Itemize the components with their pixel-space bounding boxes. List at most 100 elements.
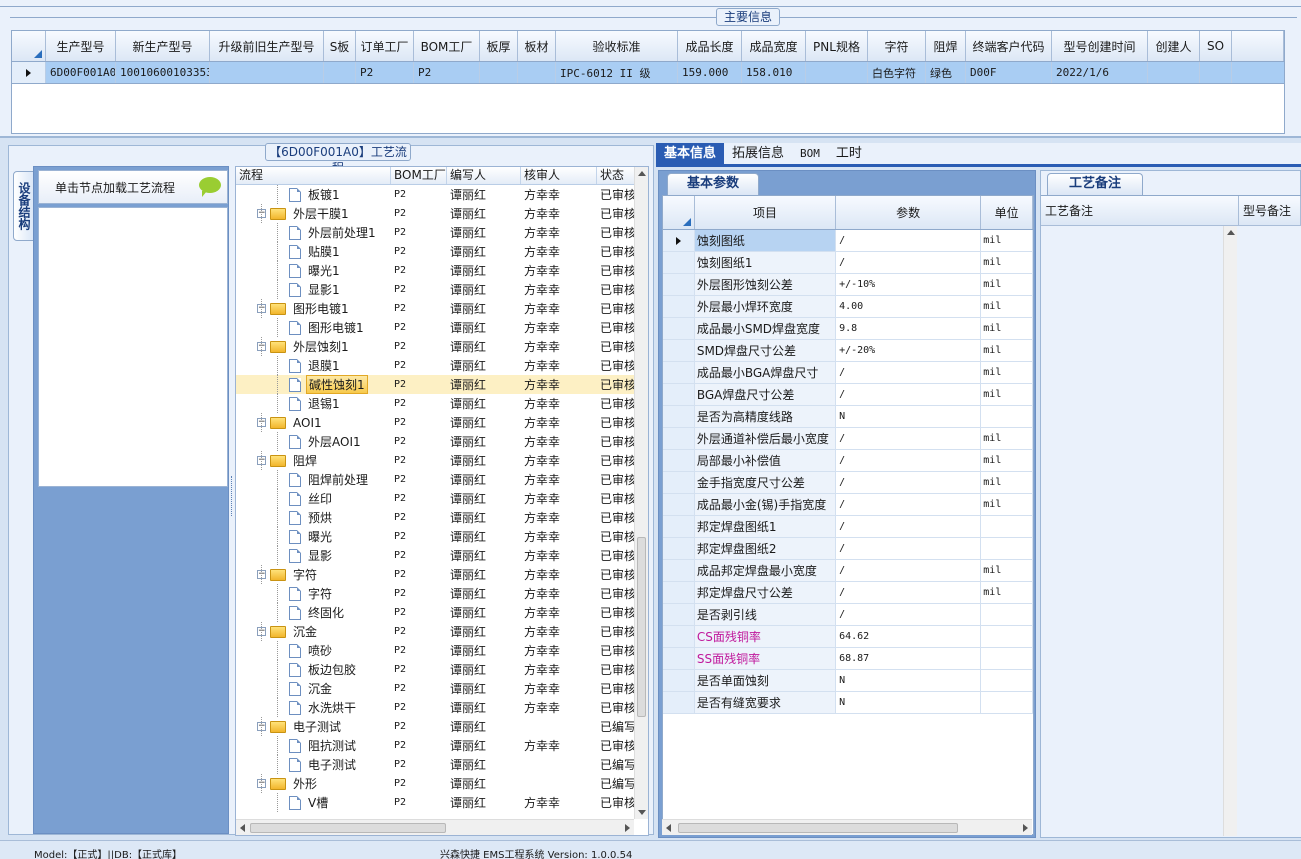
grid-col-header[interactable]: 字符	[868, 31, 926, 61]
col-reviewer[interactable]: 核审人	[521, 167, 597, 184]
param-row[interactable]: 邦定焊盘尺寸公差 / mil	[663, 582, 1033, 604]
tree-node[interactable]: 板边包胶	[239, 660, 391, 679]
tree-folder-row[interactable]: − 外层蚀刻1 P2 谭丽红 方幸幸 已审核	[236, 337, 648, 356]
tree-node-cell[interactable]: 板镀1	[236, 185, 391, 204]
tree-folder-row[interactable]: − 字符 P2 谭丽红 方幸幸 已审核	[236, 565, 648, 584]
row-selector[interactable]	[663, 626, 695, 647]
tree-node[interactable]: 图形电镀1	[239, 318, 391, 337]
row-selector[interactable]	[663, 274, 695, 295]
tab-device-structure[interactable]: 设备结构	[13, 171, 35, 241]
scroll-left-icon[interactable]	[240, 824, 245, 832]
param-value[interactable]: /	[836, 252, 982, 273]
tree-node-cell[interactable]: 板边包胶	[236, 660, 391, 679]
tree-node-cell[interactable]: 显影1	[236, 280, 391, 299]
scroll-up-icon[interactable]	[638, 171, 646, 176]
tree-node-cell[interactable]: 电子测试	[236, 755, 391, 774]
param-row[interactable]: 是否有缝宽要求 N	[663, 692, 1033, 714]
tree-node-cell[interactable]: − 外层干膜1	[236, 204, 391, 223]
tree-node[interactable]: 水洗烘干	[239, 698, 391, 717]
param-row[interactable]: 成品最小SMD焊盘宽度 9.8 mil	[663, 318, 1033, 340]
col-status[interactable]: 状态	[597, 167, 635, 184]
grid-col-header[interactable]: 升级前旧生产型号	[210, 31, 324, 61]
param-row[interactable]: 是否单面蚀刻 N	[663, 670, 1033, 692]
grid-col-header[interactable]: 终端客户代码	[966, 31, 1052, 61]
col-bom-factory[interactable]: BOM工厂	[391, 167, 447, 184]
param-value[interactable]: /	[836, 230, 982, 251]
grid-col-header[interactable]: 成品长度	[678, 31, 742, 61]
tree-node-row[interactable]: 阻抗测试 P2 谭丽红 方幸幸 已审核	[236, 736, 648, 755]
row-selector[interactable]	[663, 252, 695, 273]
grid-cell[interactable]	[518, 62, 556, 83]
param-row[interactable]: 是否剥引线 /	[663, 604, 1033, 626]
tree-node[interactable]: 板镀1	[239, 185, 391, 204]
param-value[interactable]: +/-20%	[836, 340, 982, 361]
grid-col-header[interactable]: 板厚	[480, 31, 518, 61]
product-row[interactable]: 6D00F001A0 10010600103353 P2 P2 IPC-6012 II …	[12, 62, 1284, 84]
tree-folder-row[interactable]: − 外形 P2 谭丽红 已编写	[236, 774, 648, 793]
grid-cell[interactable]: 10010600103353	[116, 62, 210, 83]
param-value[interactable]: N	[836, 692, 982, 713]
tree-node-row[interactable]: 退锡1 P2 谭丽红 方幸幸 已审核	[236, 394, 648, 413]
tree-node-cell[interactable]: − 外形	[236, 774, 391, 793]
param-value[interactable]: /	[836, 472, 982, 493]
scroll-left-icon[interactable]	[666, 824, 671, 832]
row-selector[interactable]	[663, 296, 695, 317]
grid-cell[interactable]	[1200, 62, 1232, 83]
param-row[interactable]: 成品邦定焊盘最小宽度 / mil	[663, 560, 1033, 582]
grid-cell[interactable]	[210, 62, 324, 83]
param-row[interactable]: 邦定焊盘图纸1/	[663, 516, 1033, 538]
tree-horizontal-scrollbar[interactable]	[236, 819, 634, 835]
tree-node-row[interactable]: 退膜1 P2 谭丽红 方幸幸 已审核	[236, 356, 648, 375]
tree-node-cell[interactable]: 喷砂	[236, 641, 391, 660]
scroll-right-icon[interactable]	[625, 824, 630, 832]
tree-node-cell[interactable]: − 图形电镀1	[236, 299, 391, 318]
notes-vertical-scrollbar[interactable]	[1223, 226, 1237, 836]
tree-node-row[interactable]: 外层AOI1 P2 谭丽红 方幸幸 已审核	[236, 432, 648, 451]
tree-node[interactable]: 终固化	[239, 603, 391, 622]
tab-work-hours[interactable]: 工时	[828, 143, 870, 164]
tree-node-row[interactable]: 曝光1 P2 谭丽红 方幸幸 已审核	[236, 261, 648, 280]
tree-node-row[interactable]: 外层前处理1 P2 谭丽红 方幸幸 已审核	[236, 223, 648, 242]
tree-node-cell[interactable]: 水洗烘干	[236, 698, 391, 717]
param-row[interactable]: 局部最小补偿值 / mil	[663, 450, 1033, 472]
param-value[interactable]: +/-10%	[836, 274, 982, 295]
tree-node[interactable]: − 电子测试	[239, 717, 391, 736]
scroll-right-icon[interactable]	[1023, 824, 1028, 832]
row-selector[interactable]	[663, 648, 695, 669]
tree-node-row[interactable]: 终固化 P2 谭丽红 方幸幸 已审核	[236, 603, 648, 622]
row-selector[interactable]	[663, 450, 695, 471]
grid-cell[interactable]: 158.010	[742, 62, 806, 83]
tree-vertical-scrollbar[interactable]	[634, 167, 648, 819]
grid-col-header[interactable]: 型号创建时间	[1052, 31, 1148, 61]
tree-node[interactable]: 预烘	[239, 508, 391, 527]
param-value[interactable]: N	[836, 406, 982, 427]
grid-cell[interactable]: IPC-6012 II 级	[556, 62, 678, 83]
tree-node-cell[interactable]: 丝印	[236, 489, 391, 508]
grid-col-header[interactable]: 阻焊	[926, 31, 966, 61]
grid-cell[interactable]: P2	[356, 62, 414, 83]
tree-node[interactable]: − AOI1	[239, 413, 391, 432]
tree-node-cell[interactable]: 终固化	[236, 603, 391, 622]
grid-col-header[interactable]: SO	[1200, 31, 1232, 61]
col-item[interactable]: 项目	[695, 196, 837, 229]
param-value[interactable]: /	[836, 582, 982, 603]
row-selector[interactable]	[663, 494, 695, 515]
grid-col-header[interactable]: 验收标准	[556, 31, 678, 61]
tree-node[interactable]: 碱性蚀刻1	[239, 375, 391, 394]
tree-node[interactable]: − 外层蚀刻1	[239, 337, 391, 356]
row-selector[interactable]	[663, 362, 695, 383]
row-selector[interactable]	[663, 692, 695, 713]
tree-vscroll-thumb[interactable]	[637, 537, 646, 717]
tree-folder-row[interactable]: − 外层干膜1 P2 谭丽红 方幸幸 已审核	[236, 204, 648, 223]
tree-node[interactable]: 外层前处理1	[239, 223, 391, 242]
tree-node[interactable]: 显影	[239, 546, 391, 565]
tree-folder-row[interactable]: − 电子测试 P2 谭丽红 已编写	[236, 717, 648, 736]
tree-node-row[interactable]: 阻焊前处理 P2 谭丽红 方幸幸 已审核	[236, 470, 648, 489]
tab-basic-info[interactable]: 基本信息	[656, 143, 725, 164]
tree-node[interactable]: 外层AOI1	[239, 432, 391, 451]
tree-node-row[interactable]: 字符 P2 谭丽红 方幸幸 已审核	[236, 584, 648, 603]
grid-col-header[interactable]: 新生产型号	[116, 31, 210, 61]
tree-node-row[interactable]: 水洗烘干 P2 谭丽红 方幸幸 已审核	[236, 698, 648, 717]
col-process-note[interactable]: 工艺备注	[1041, 196, 1239, 226]
col-param[interactable]: 参数	[836, 196, 982, 229]
